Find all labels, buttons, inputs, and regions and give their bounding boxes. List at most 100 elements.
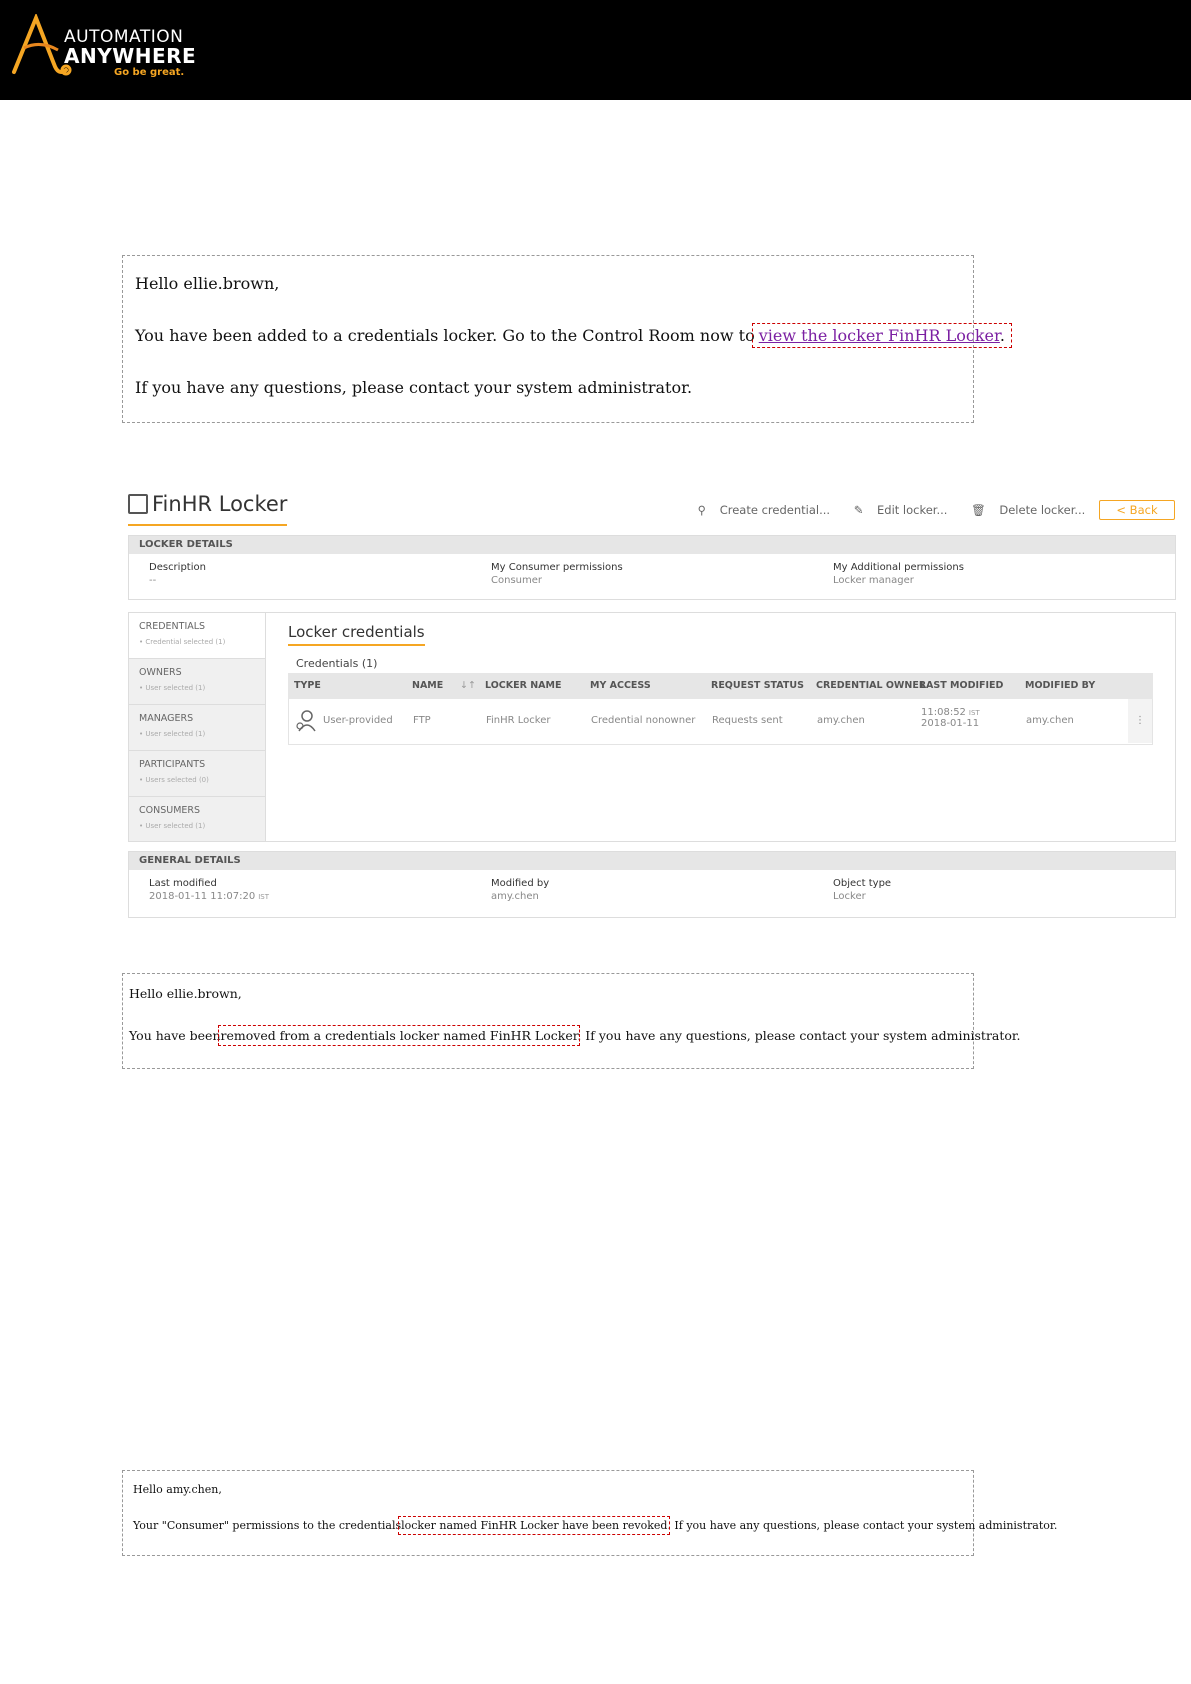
locker-details-header: LOCKER DETAILS bbox=[129, 536, 1175, 554]
sidebar-item-title: MANAGERS bbox=[139, 713, 194, 724]
column-header-type[interactable]: TYPE bbox=[294, 680, 321, 691]
sidebar-item-title: CONSUMERS bbox=[139, 805, 201, 816]
email3-suffix: . If you have any questions, please cont… bbox=[667, 1519, 1058, 1532]
email3-highlight: locker named FinHR Locker have been revo… bbox=[398, 1516, 671, 1535]
trash-icon: 🗑 bbox=[971, 503, 986, 517]
email2-suffix: . If you have any questions, please cont… bbox=[577, 1028, 1021, 1043]
delete-locker-button[interactable]: 🗑 Delete locker... bbox=[961, 503, 1085, 517]
additional-permissions-label: My Additional permissions bbox=[833, 562, 964, 573]
sidebar-item-consumers[interactable]: CONSUMERS • User selected (1) bbox=[129, 797, 265, 843]
user-provided-credential-icon bbox=[295, 709, 317, 736]
column-header-last-modified[interactable]: LAST MODIFIED bbox=[920, 680, 1003, 691]
last-modified-label: Last modified bbox=[149, 878, 217, 889]
sidebar-item-title: CREDENTIALS bbox=[139, 621, 206, 632]
description-label: Description bbox=[149, 562, 206, 573]
cell-my-access: Credential nonowner bbox=[591, 715, 696, 726]
locker-sidebar: CREDENTIALS • Credential selected (1) OW… bbox=[129, 613, 266, 841]
sidebar-item-title: PARTICIPANTS bbox=[139, 759, 206, 770]
column-header-modified-by[interactable]: MODIFIED BY bbox=[1025, 680, 1095, 691]
sort-icon[interactable]: ↓↑ bbox=[460, 680, 476, 691]
pencil-icon: ✎ bbox=[853, 503, 864, 517]
description-field: Description -- bbox=[149, 562, 206, 586]
consumer-permissions-label: My Consumer permissions bbox=[491, 562, 623, 573]
column-header-my-access[interactable]: MY ACCESS bbox=[590, 680, 651, 691]
last-modified-field: Last modified 2018-01-11 11:07:20 IST bbox=[149, 878, 269, 902]
locker-details-panel: LOCKER DETAILS Description -- My Consume… bbox=[128, 535, 1176, 600]
last-modified-value: 2018-01-11 11:07:20 IST bbox=[149, 891, 269, 902]
cell-timezone: IST bbox=[968, 709, 980, 717]
create-credential-label: Create credential... bbox=[719, 503, 831, 517]
email3-greeting: Hello amy.chen, bbox=[133, 1483, 222, 1496]
general-details-panel: GENERAL DETAILS Last modified 2018-01-11… bbox=[128, 851, 1176, 918]
email1-body-suffix: . bbox=[999, 326, 1005, 345]
email-removed-from-locker: Hello ellie.brown, You have beenremoved … bbox=[122, 973, 1021, 1069]
email-added-to-locker: Hello ellie.brown, You have been added t… bbox=[122, 255, 1013, 423]
column-header-credential-owner[interactable]: CREDENTIAL OWNER bbox=[816, 680, 926, 691]
cell-name: FTP bbox=[413, 715, 431, 726]
email1-greeting: Hello ellie.brown, bbox=[135, 274, 280, 293]
consumer-permissions-value: Consumer bbox=[491, 575, 542, 586]
locker-actions: ⚲ Create credential... ✎ Edit locker... … bbox=[678, 500, 1175, 520]
additional-permissions-field: My Additional permissions Locker manager bbox=[833, 562, 964, 586]
cell-request-status: Requests sent bbox=[712, 715, 783, 726]
table-row[interactable]: User-provided FTP FinHR Locker Credentia… bbox=[288, 699, 1153, 745]
edit-locker-button[interactable]: ✎ Edit locker... bbox=[844, 503, 948, 517]
logo-wordmark: AUTOMATION ANYWHERE Go be great. bbox=[64, 28, 196, 79]
sidebar-item-owners[interactable]: OWNERS • User selected (1) bbox=[129, 659, 265, 705]
cell-credential-owner: amy.chen bbox=[817, 715, 865, 726]
view-locker-link[interactable]: view the locker FinHR Locker bbox=[759, 326, 1000, 345]
email1-body: You have been added to a credentials loc… bbox=[135, 323, 1013, 348]
object-type-label: Object type bbox=[833, 878, 892, 889]
locker-credentials-title: Locker credentials bbox=[288, 623, 425, 646]
column-header-request-status[interactable]: REQUEST STATUS bbox=[711, 680, 804, 691]
sidebar-item-participants[interactable]: PARTICIPANTS • Users selected (0) bbox=[129, 751, 265, 797]
email1-link-highlight: view the locker FinHR Locker. bbox=[751, 323, 1013, 348]
general-details-header: GENERAL DETAILS bbox=[129, 852, 1175, 870]
last-modified-timezone: IST bbox=[258, 893, 270, 901]
cell-last-modified-time: 11:08:52 bbox=[921, 707, 966, 718]
column-header-locker-name[interactable]: LOCKER NAME bbox=[485, 680, 561, 691]
email3-body: Your "Consumer" permissions to the crede… bbox=[133, 1516, 1058, 1535]
page-header: AUTOMATION ANYWHERE Go be great. bbox=[0, 0, 1191, 100]
cell-last-modified-date: 2018-01-11 bbox=[921, 718, 980, 729]
email2-body: You have beenremoved from a credentials … bbox=[129, 1025, 1021, 1046]
sidebar-item-title: OWNERS bbox=[139, 667, 182, 678]
sidebar-item-sub: • User selected (1) bbox=[139, 822, 206, 830]
modified-by-value: amy.chen bbox=[491, 891, 539, 902]
create-credential-button[interactable]: ⚲ Create credential... bbox=[688, 503, 830, 517]
email2-highlight: removed from a credentials locker named … bbox=[217, 1025, 581, 1046]
locker-content: CREDENTIALS • Credential selected (1) OW… bbox=[128, 612, 1176, 842]
email1-body-prefix: You have been added to a credentials loc… bbox=[135, 326, 755, 345]
logo-line2: ANYWHERE bbox=[64, 44, 197, 68]
email2-prefix: You have been bbox=[129, 1028, 221, 1043]
sidebar-item-credentials[interactable]: CREDENTIALS • Credential selected (1) bbox=[129, 613, 265, 659]
edit-locker-label: Edit locker... bbox=[877, 503, 948, 517]
table-header: TYPE NAME ↓↑ LOCKER NAME MY ACCESS REQUE… bbox=[288, 673, 1153, 699]
credentials-table: TYPE NAME ↓↑ LOCKER NAME MY ACCESS REQUE… bbox=[288, 673, 1153, 745]
description-value: -- bbox=[149, 575, 157, 586]
sidebar-item-sub: • Users selected (0) bbox=[139, 776, 209, 784]
email3-prefix: Your "Consumer" permissions to the crede… bbox=[133, 1519, 402, 1532]
logo-tagline: Go be great. bbox=[114, 67, 185, 78]
locker-title-text: FinHR Locker bbox=[152, 492, 288, 516]
object-type-value: Locker bbox=[833, 891, 866, 902]
consumer-permissions-field: My Consumer permissions Consumer bbox=[491, 562, 623, 586]
sidebar-item-sub: • User selected (1) bbox=[139, 730, 206, 738]
back-button[interactable]: < Back bbox=[1099, 500, 1175, 520]
modified-by-label: Modified by bbox=[491, 878, 550, 889]
column-header-name[interactable]: NAME bbox=[412, 680, 443, 691]
more-actions-icon[interactable]: ⋮ bbox=[1128, 699, 1152, 743]
cell-last-modified: 11:08:52 IST 2018-01-11 bbox=[921, 707, 980, 729]
last-modified-datetime: 2018-01-11 11:07:20 bbox=[149, 891, 256, 902]
email2-greeting: Hello ellie.brown, bbox=[129, 986, 242, 1001]
modified-by-field: Modified by amy.chen bbox=[491, 878, 549, 902]
email1-closing: If you have any questions, please contac… bbox=[135, 378, 693, 397]
cell-type: User-provided bbox=[323, 715, 393, 726]
sidebar-item-managers[interactable]: MANAGERS • User selected (1) bbox=[129, 705, 265, 751]
locker-title: FinHR Locker bbox=[128, 492, 288, 526]
credentials-count: Credentials (1) bbox=[296, 657, 378, 670]
cell-locker-name: FinHR Locker bbox=[486, 715, 551, 726]
sidebar-item-sub: • User selected (1) bbox=[139, 684, 206, 692]
key-icon: ⚲ bbox=[697, 503, 707, 517]
cell-modified-by: amy.chen bbox=[1026, 715, 1074, 726]
